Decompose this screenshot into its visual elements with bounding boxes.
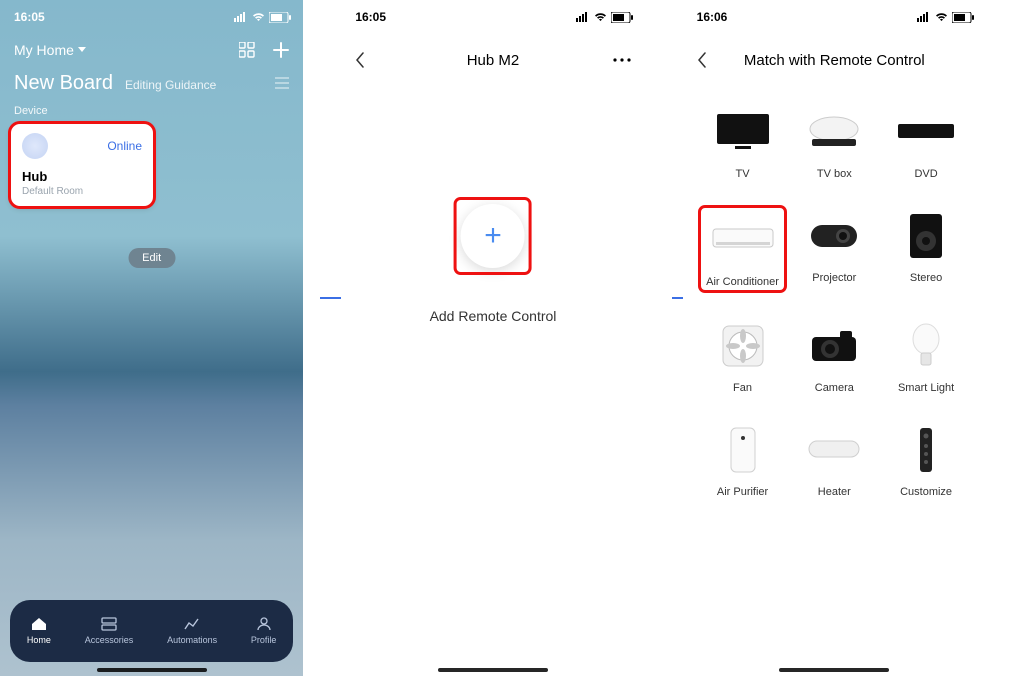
nav-bar: Match with Remote Control (683, 28, 986, 74)
chevron-down-icon (78, 47, 86, 53)
status-icons (917, 12, 974, 23)
signal-icon (917, 12, 931, 22)
device-type-dvd[interactable]: DVD (884, 104, 968, 180)
board-title: New Board (14, 72, 113, 95)
more-button[interactable] (613, 58, 631, 62)
light-icon (891, 318, 961, 374)
signal-icon (234, 12, 248, 22)
tab-bar: Home Accessories Automations Profile (10, 600, 293, 662)
back-button[interactable] (697, 52, 715, 68)
battery-icon (952, 12, 974, 23)
wifi-icon (594, 12, 607, 22)
grid-icon[interactable] (239, 42, 255, 58)
device-type-heater[interactable]: Heater (792, 422, 876, 498)
device-type-projector[interactable]: Projector (792, 208, 876, 290)
battery-icon (269, 12, 291, 23)
status-time: 16:06 (697, 10, 728, 24)
tab-automations-label: Automations (167, 635, 217, 645)
stereo-icon (891, 208, 961, 264)
home-selector[interactable]: My Home (14, 42, 86, 58)
hub-icon (22, 133, 48, 159)
heater-icon (799, 422, 869, 478)
tab-profile[interactable]: Profile (251, 617, 277, 645)
home-icon (30, 617, 48, 631)
status-time: 16:05 (14, 10, 45, 24)
top-bar: My Home (0, 28, 303, 66)
screen-home: 16:05 My Home New Board Editing Guidance… (0, 0, 303, 676)
device-type-tvbox[interactable]: TV box (792, 104, 876, 180)
status-icons (234, 12, 291, 23)
automations-icon (183, 617, 201, 631)
customize-icon (891, 422, 961, 478)
board-row: New Board Editing Guidance (0, 66, 303, 97)
wifi-icon (935, 12, 948, 22)
home-indicator (779, 668, 889, 672)
camera-icon (799, 318, 869, 374)
plus-icon: + (484, 221, 502, 251)
tab-home[interactable]: Home (27, 617, 51, 645)
page-title: Hub M2 (467, 52, 520, 69)
device-type-smart-light[interactable]: Smart Light (884, 318, 968, 394)
editing-guidance-link[interactable]: Editing Guidance (125, 78, 216, 92)
status-bar: 16:05 (341, 0, 644, 28)
device-type-customize[interactable]: Customize (884, 422, 968, 498)
nav-bar: Hub M2 (341, 28, 644, 74)
tab-profile-label: Profile (251, 635, 277, 645)
accessories-icon (100, 617, 118, 631)
device-type-fan[interactable]: Fan (701, 318, 785, 394)
screen-hub-m2: 16:05 Hub M2 + Add Remote Control (341, 0, 644, 676)
edit-button[interactable]: Edit (128, 248, 175, 268)
tab-home-label: Home (27, 635, 51, 645)
projector-icon (799, 208, 869, 264)
add-remote-section: + Add Remote Control (430, 200, 557, 324)
device-type-grid: TV TV box DVD Air Conditioner Projector (683, 74, 986, 498)
home-indicator (438, 668, 548, 672)
page-title: Match with Remote Control (744, 52, 925, 69)
tvbox-icon (799, 104, 869, 160)
status-bar: 16:05 (0, 0, 303, 28)
add-remote-label: Add Remote Control (430, 308, 557, 324)
home-selector-label: My Home (14, 42, 74, 58)
device-status: Online (107, 139, 142, 153)
device-type-air-conditioner[interactable]: Air Conditioner (701, 208, 785, 290)
dvd-icon (891, 104, 961, 160)
status-bar: 16:06 (683, 0, 986, 28)
menu-lines-icon[interactable] (275, 77, 289, 89)
ac-icon (708, 212, 778, 268)
battery-icon (611, 12, 633, 23)
tab-accessories-label: Accessories (85, 635, 134, 645)
tv-icon (708, 104, 778, 160)
status-icons (576, 12, 633, 23)
screen-match-remote: 16:06 Match with Remote Control TV TV bo… (683, 0, 986, 676)
fan-icon (708, 318, 778, 374)
device-type-stereo[interactable]: Stereo (884, 208, 968, 290)
tab-automations[interactable]: Automations (167, 617, 217, 645)
purifier-icon (708, 422, 778, 478)
device-name: Hub (22, 169, 142, 184)
status-time: 16:05 (355, 10, 386, 24)
device-card-hub[interactable]: Online Hub Default Room (10, 123, 154, 207)
add-remote-button[interactable]: + (461, 204, 525, 268)
home-indicator (97, 668, 207, 672)
device-type-air-purifier[interactable]: Air Purifier (701, 422, 785, 498)
tab-accessories[interactable]: Accessories (85, 617, 134, 645)
profile-icon (255, 617, 273, 631)
wifi-icon (252, 12, 265, 22)
device-type-tv[interactable]: TV (701, 104, 785, 180)
device-room: Default Room (22, 186, 142, 197)
plus-icon[interactable] (273, 42, 289, 58)
device-type-camera[interactable]: Camera (792, 318, 876, 394)
back-button[interactable] (355, 52, 373, 68)
device-section-label: Device (0, 97, 303, 123)
signal-icon (576, 12, 590, 22)
